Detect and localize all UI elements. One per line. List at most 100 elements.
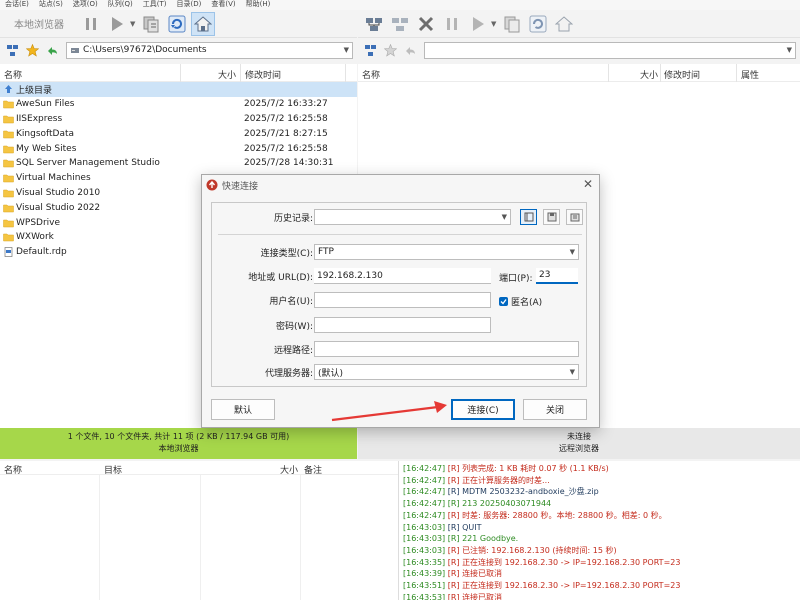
anonymous-checkbox[interactable]: 匿名(A) [499, 295, 542, 308]
file-name: AweSun Files [16, 99, 75, 110]
remote-browse-button[interactable] [362, 42, 378, 58]
pause-icon [86, 17, 96, 30]
connection-form: 历史记录: ▼ 连接类型(C): FTP ▼ 地址或 URL(D): 192.1… [211, 202, 587, 387]
local-browse-button[interactable] [4, 42, 20, 58]
back-arrow-icon [405, 46, 415, 55]
file-list-row[interactable]: 上级目录 [0, 82, 357, 97]
connection-type-select[interactable]: FTP ▼ [314, 244, 579, 260]
refresh-button[interactable] [165, 12, 189, 36]
file-list-row[interactable]: My Web Sites 2025/7/2 16:25:58 [0, 141, 357, 156]
cancel-button[interactable] [414, 12, 438, 36]
queue-col-note[interactable]: 备注 [304, 463, 322, 476]
home-icon [555, 15, 574, 31]
menu-item[interactable]: 查看(V) [206, 0, 240, 10]
log-text: [R] 221 Goodbye. [447, 534, 519, 544]
chevron-down-icon[interactable]: ▼ [570, 368, 575, 376]
file-modified: 2025/7/2 16:25:58 [244, 113, 328, 124]
remote-pause-button[interactable] [440, 12, 464, 36]
log-timestamp: [16:43:03] [403, 534, 446, 544]
remote-transfer-button[interactable] [466, 12, 490, 36]
folder-icon [3, 219, 14, 227]
queue-col-name[interactable]: 名称 [4, 463, 22, 476]
col-name[interactable]: 名称 [4, 68, 22, 81]
go-back-button[interactable] [44, 42, 60, 58]
quick-connect-dialog: 快速连接 ✕ 历史记录: ▼ 连接类型(C): FTP ▼ 地址或 URL(D)… [201, 174, 600, 428]
local-path-input[interactable]: C:\Users\97672\Documents ▼ [66, 41, 353, 59]
remote-queue-button[interactable] [500, 12, 524, 36]
star-icon [383, 43, 397, 57]
menu-item[interactable]: 站点(S) [34, 0, 68, 10]
folder-icon [3, 100, 14, 109]
transfer-button[interactable] [105, 12, 129, 36]
proxy-select[interactable]: (默认) ▼ [314, 364, 579, 380]
log-timestamp: [16:43:35] [403, 557, 446, 567]
disconnect-button[interactable] [388, 12, 412, 36]
menu-item[interactable]: 队列(Q) [103, 0, 138, 10]
log-text: [R] 时差: 服务器: 28800 秒。本地: 28800 秒。相差: 0 秒… [447, 510, 667, 520]
log-text: [R] 213 20250403071944 [447, 499, 552, 509]
file-modified: 2025/7/2 16:33:27 [244, 99, 328, 110]
password-input[interactable] [314, 317, 491, 333]
queue-col-size[interactable]: 大小 [280, 463, 298, 476]
file-list-row[interactable]: SQL Server Management Studio 2025/7/28 14… [0, 156, 357, 171]
col-modified[interactable]: 修改时间 [245, 68, 281, 81]
port-value: 23 [539, 270, 551, 280]
col-attributes[interactable]: 属性 [741, 68, 759, 81]
queue-col-target[interactable]: 目标 [104, 463, 122, 476]
remote-home-button[interactable] [552, 12, 576, 36]
remote-refresh-button[interactable] [526, 12, 550, 36]
connect-button[interactable] [362, 12, 386, 36]
col-name[interactable]: 名称 [362, 68, 380, 81]
username-input[interactable] [314, 292, 491, 308]
history-label: 历史记录: [273, 214, 313, 224]
favorites-button[interactable] [24, 42, 40, 58]
file-list-row[interactable]: KingsoftData 2025/7/21 8:27:15 [0, 126, 357, 141]
dialog-title-bar: 快速连接 [202, 175, 599, 195]
history-delete-button[interactable] [566, 209, 583, 225]
history-save-button[interactable] [543, 209, 560, 225]
home-icon [194, 15, 213, 31]
local-address-bar: C:\Users\97672\Documents ▼ [0, 39, 357, 61]
save-icon [547, 212, 556, 222]
remote-transfer-dropdown-icon[interactable]: ▼ [491, 20, 496, 28]
history-view-button[interactable] [520, 209, 537, 225]
default-button[interactable]: 默认 [211, 399, 275, 420]
network-icon [364, 44, 376, 56]
col-size[interactable]: 大小 [640, 68, 658, 81]
remote-favorites-button[interactable] [382, 42, 398, 58]
local-status-label: 本地浏览器 [158, 444, 199, 453]
chevron-down-icon[interactable]: ▼ [502, 213, 507, 221]
menu-item[interactable]: 选项(O) [68, 0, 103, 10]
menu-item[interactable]: 目录(D) [172, 0, 207, 10]
home-button[interactable] [191, 11, 216, 36]
menu-item[interactable]: 会话(E) [0, 0, 34, 10]
log-timestamp: [16:43:03] [403, 545, 446, 555]
col-modified[interactable]: 修改时间 [664, 68, 700, 81]
remote-path-input[interactable] [314, 341, 579, 357]
stop-transfer-button[interactable] [139, 12, 163, 36]
port-input[interactable]: 23 [536, 268, 578, 284]
pause-button[interactable] [79, 12, 103, 36]
file-list-row[interactable]: AweSun Files 2025/7/2 16:33:27 [0, 97, 357, 112]
close-button[interactable]: 关闭 [523, 399, 587, 420]
menu-item[interactable]: 帮助(H) [241, 0, 276, 10]
queue-icon [143, 16, 159, 32]
remote-go-back-button[interactable] [402, 42, 418, 58]
connect-button[interactable]: 连接(C) [451, 399, 515, 420]
log-text: [R] 连接已取消 [447, 592, 503, 600]
chevron-down-icon[interactable]: ▼ [570, 248, 575, 256]
transfer-dropdown-icon[interactable]: ▼ [130, 20, 135, 28]
col-size[interactable]: 大小 [218, 68, 236, 81]
menu-item[interactable]: 工具(T) [138, 0, 172, 10]
chevron-down-icon[interactable]: ▼ [344, 46, 349, 54]
remote-path-input[interactable]: ▼ [424, 41, 796, 59]
close-icon[interactable]: ✕ [583, 177, 593, 191]
file-list-row[interactable]: IISExpress 2025/7/2 16:25:58 [0, 112, 357, 127]
file-name: 上级目录 [16, 85, 53, 96]
history-select[interactable]: ▼ [314, 209, 511, 225]
remote-status-label: 远程浏览器 [559, 444, 599, 453]
address-input[interactable]: 192.168.2.130 [314, 268, 491, 284]
log-line: [16:43:51] [R] 正在连接到 192.168.2.30 -> IP=… [403, 580, 800, 592]
chevron-down-icon[interactable]: ▼ [787, 46, 792, 54]
remote-status-summary: 未连接 [567, 432, 591, 441]
